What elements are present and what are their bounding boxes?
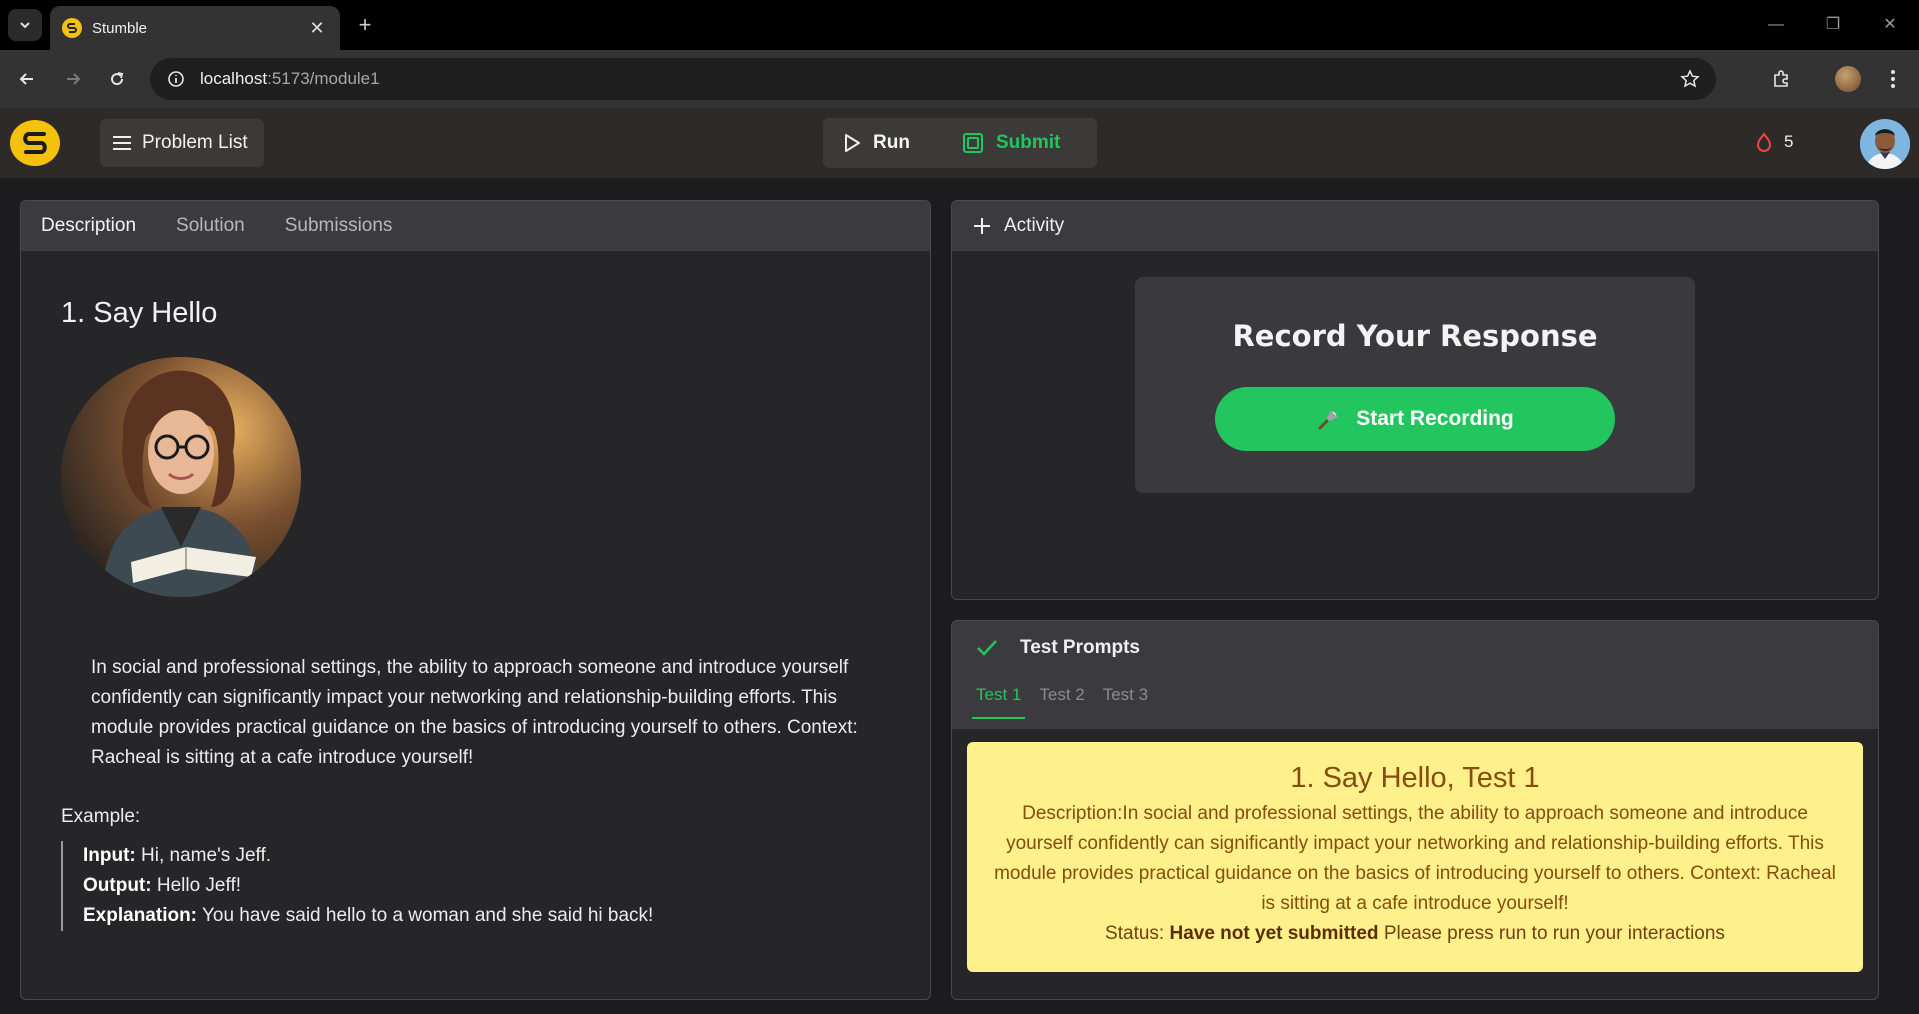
reload-icon: [111, 72, 124, 86]
microphone-icon: [1318, 410, 1339, 430]
test-tabs: Test 1 Test 2 Test 3: [972, 685, 1162, 719]
tab-test-3[interactable]: Test 3: [1099, 685, 1152, 719]
stumble-favicon-icon: [62, 18, 82, 38]
hamburger-menu-icon: [113, 136, 131, 150]
new-tab-icon[interactable]: +: [350, 12, 380, 40]
bookmark-star-icon[interactable]: [1680, 69, 1700, 89]
test-prompts-header: Test Prompts Test 1 Test 2 Test 3: [952, 621, 1878, 729]
workspace: Description Solution Submissions 1. Say …: [0, 178, 1919, 1014]
minimize-icon[interactable]: —: [1756, 12, 1796, 38]
puzzle-icon: [1774, 70, 1788, 87]
tab-solution[interactable]: Solution: [176, 215, 245, 237]
site-info-icon[interactable]: [166, 69, 186, 89]
example-explanation-label: Explanation:: [83, 905, 198, 926]
tab-test-2[interactable]: Test 2: [1035, 685, 1088, 719]
test-card-description: Description:In social and professional s…: [994, 803, 1836, 914]
kebab-menu-icon: [1891, 70, 1895, 88]
example-input-label: Input:: [83, 845, 136, 866]
example-explanation-value: You have said hello to a woman and she s…: [201, 905, 654, 926]
example-input-row: Input: Hi, name's Jeff.: [83, 841, 653, 871]
status-hint: Please press run to run your interaction…: [1383, 923, 1725, 944]
stumble-logo-icon[interactable]: [10, 120, 60, 166]
activity-header: Activity: [952, 201, 1878, 251]
tab-title: Stumble: [92, 19, 148, 37]
url-path: :5173/module1: [267, 69, 380, 88]
profile-button[interactable]: [1833, 64, 1863, 94]
app-header: Problem List Run Submit 5: [0, 108, 1919, 178]
plus-icon: [974, 218, 990, 234]
streak-counter[interactable]: 5: [1756, 132, 1793, 152]
submit-button[interactable]: Submit: [960, 132, 1060, 154]
example-block: Input: Hi, name's Jeff. Output: Hello Je…: [61, 841, 653, 931]
url-host: localhost: [200, 69, 268, 88]
example-output-label: Output:: [83, 875, 152, 896]
check-icon: [977, 640, 997, 656]
browser-menu-button[interactable]: [1878, 64, 1908, 94]
status-label: Status:: [1105, 923, 1165, 944]
test-card-title: 1. Say Hello, Test 1: [1290, 762, 1540, 794]
submit-icon: [963, 133, 983, 153]
tab-description[interactable]: Description: [41, 215, 136, 237]
test-card-status: Status: Have not yet submitted Please pr…: [987, 919, 1843, 949]
forward-button[interactable]: [58, 64, 88, 94]
profile-avatar: [1835, 66, 1861, 92]
browser-toolbar: localhost:5173/module1: [0, 50, 1919, 108]
browser-tab[interactable]: Stumble ✕: [50, 6, 340, 50]
test-prompts-title: Test Prompts: [1020, 637, 1141, 658]
start-recording-button[interactable]: Start Recording: [1215, 387, 1615, 451]
window-close-icon[interactable]: ✕: [1870, 12, 1910, 38]
address-bar[interactable]: localhost:5173/module1: [150, 58, 1716, 100]
example-output-value: Hello Jeff!: [156, 875, 241, 896]
activity-title: Activity: [1004, 215, 1065, 236]
user-avatar[interactable]: [1860, 119, 1910, 169]
streak-count: 5: [1784, 132, 1794, 151]
flame-icon: [1756, 132, 1772, 152]
example-explanation-row: Explanation: You have said hello to a wo…: [83, 901, 653, 931]
example-output-row: Output: Hello Jeff!: [83, 871, 653, 901]
example-label: Example:: [61, 806, 141, 827]
test-result-card: 1. Say Hello, Test 1 Description:In soci…: [967, 742, 1863, 972]
browser-tab-strip: Stumble ✕ + — ❐ ✕: [0, 0, 1919, 50]
close-tab-icon[interactable]: ✕: [306, 18, 328, 39]
character-portrait: [61, 357, 301, 597]
record-title: Record Your Response: [1232, 319, 1598, 353]
restore-icon[interactable]: ❐: [1813, 12, 1853, 38]
play-icon: [845, 134, 860, 152]
run-button[interactable]: Run: [823, 132, 960, 154]
test-prompts-panel: Test Prompts Test 1 Test 2 Test 3 1. Say…: [951, 620, 1879, 1000]
back-button[interactable]: [12, 64, 42, 94]
tab-submissions[interactable]: Submissions: [285, 215, 393, 237]
run-submit-group: Run Submit: [823, 118, 1097, 168]
status-value: Have not yet submitted: [1169, 923, 1379, 944]
problem-list-label: Problem List: [142, 132, 248, 153]
tab-search-button[interactable]: [8, 9, 42, 41]
activity-panel: Activity Record Your Response Start Reco…: [951, 200, 1879, 600]
extensions-button[interactable]: [1766, 64, 1796, 94]
problem-description: In social and professional settings, the…: [91, 657, 858, 768]
start-recording-label: Start Recording: [1356, 407, 1514, 430]
tab-test-1[interactable]: Test 1: [972, 685, 1026, 719]
description-panel: Description Solution Submissions 1. Say …: [20, 200, 931, 1000]
example-input-value: Hi, name's Jeff.: [141, 845, 272, 866]
reload-button[interactable]: [102, 64, 132, 94]
run-label: Run: [873, 132, 910, 153]
arrow-left-icon: [19, 73, 33, 85]
chevron-down-icon: [20, 22, 30, 29]
submit-label: Submit: [996, 132, 1061, 153]
problem-list-button[interactable]: Problem List: [100, 119, 264, 167]
arrow-right-icon: [67, 73, 81, 85]
description-tabs: Description Solution Submissions: [21, 201, 930, 251]
problem-title: 1. Say Hello: [61, 297, 218, 329]
record-card: Record Your Response Start Recording: [1135, 277, 1695, 493]
